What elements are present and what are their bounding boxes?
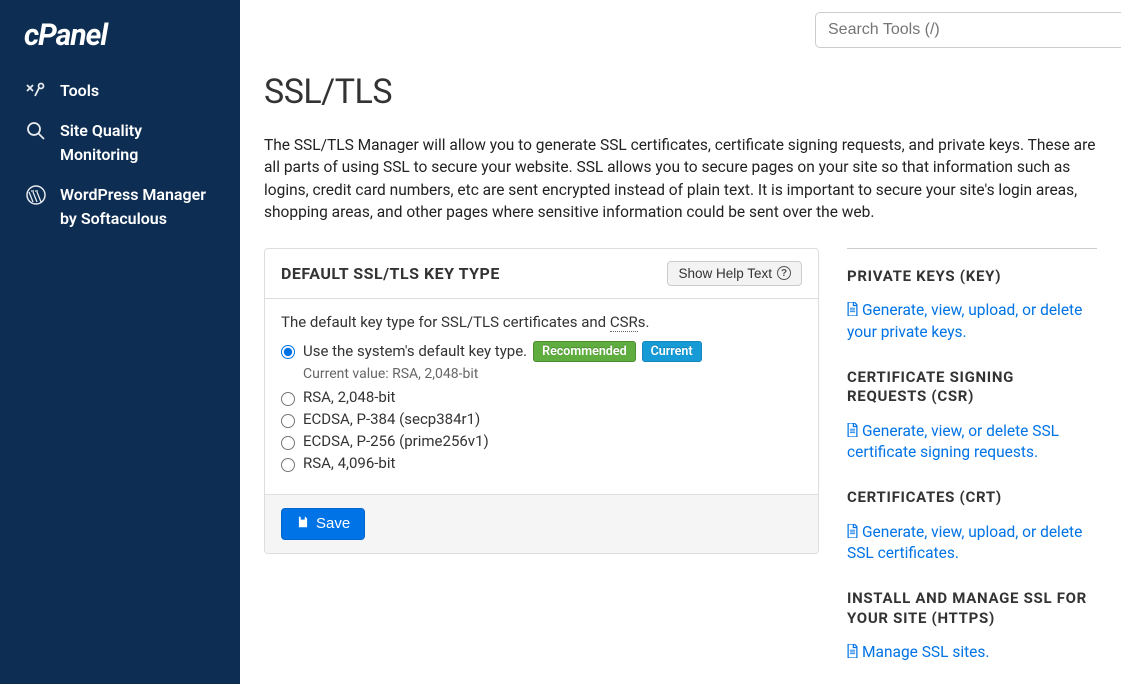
- file-icon: [847, 422, 858, 440]
- question-icon: ?: [777, 266, 791, 280]
- section-title: INSTALL AND MANAGE SSL FOR YOUR SITE (HT…: [847, 589, 1097, 628]
- section-private-keys: PRIVATE KEYS (KEY) Generate, view, uploa…: [847, 267, 1097, 344]
- file-icon: [847, 643, 858, 661]
- file-icon: [847, 301, 858, 319]
- save-button[interactable]: Save: [281, 508, 365, 540]
- columns: DEFAULT SSL/TLS KEY TYPE Show Help Text …: [264, 248, 1097, 684]
- csr-abbrev: CSR: [610, 313, 638, 332]
- radio-rsa2048[interactable]: [281, 392, 295, 406]
- sidebar-item-label: Site Quality Monitoring: [60, 119, 216, 167]
- section-title: CERTIFICATES (CRT): [847, 488, 1097, 508]
- card-title: DEFAULT SSL/TLS KEY TYPE: [281, 264, 500, 283]
- radio-label: ECDSA, P-384 (secp384r1): [303, 410, 480, 428]
- right-column: PRIVATE KEYS (KEY) Generate, view, uploa…: [847, 248, 1097, 684]
- magnifier-icon: [24, 119, 48, 143]
- topbar: [240, 0, 1121, 60]
- key-type-option-ecdsa256[interactable]: ECDSA, P-256 (prime256v1): [281, 432, 802, 450]
- file-icon: [847, 523, 858, 541]
- key-type-option-default[interactable]: Use the system's default key type. Recom…: [281, 341, 802, 362]
- show-help-button[interactable]: Show Help Text ?: [667, 261, 802, 286]
- sidebar-item-site-quality[interactable]: Site Quality Monitoring: [0, 111, 240, 175]
- sidebar-item-label: Tools: [60, 79, 99, 103]
- recommended-badge: Recommended: [533, 341, 636, 362]
- manage-ssl-link[interactable]: Manage SSL sites.: [847, 643, 989, 661]
- save-button-label: Save: [316, 515, 350, 532]
- csr-link[interactable]: Generate, view, or delete SSL certificat…: [847, 422, 1059, 462]
- private-keys-link[interactable]: Generate, view, upload, or delete your p…: [847, 301, 1082, 341]
- main: SSL/TLS The SSL/TLS Manager will allow y…: [240, 0, 1121, 684]
- card-footer: Save: [265, 494, 818, 553]
- radio-label: RSA, 4,096-bit: [303, 454, 395, 472]
- section-title: CERTIFICATE SIGNING REQUESTS (CSR): [847, 368, 1097, 407]
- help-button-label: Show Help Text: [678, 266, 772, 281]
- key-type-option-ecdsa384[interactable]: ECDSA, P-384 (secp384r1): [281, 410, 802, 428]
- save-icon: [296, 515, 310, 533]
- tools-icon: [24, 79, 48, 103]
- sidebar-item-label: WordPress Manager by Softaculous: [60, 183, 216, 231]
- key-type-card: DEFAULT SSL/TLS KEY TYPE Show Help Text …: [264, 248, 819, 554]
- divider: [847, 248, 1097, 249]
- card-body: The default key type for SSL/TLS certifi…: [265, 299, 818, 494]
- search-input[interactable]: [815, 12, 1121, 48]
- card-column: DEFAULT SSL/TLS KEY TYPE Show Help Text …: [264, 248, 819, 684]
- radio-rsa4096[interactable]: [281, 458, 295, 472]
- card-body-desc: The default key type for SSL/TLS certifi…: [281, 313, 802, 331]
- section-install-ssl: INSTALL AND MANAGE SSL FOR YOUR SITE (HT…: [847, 589, 1097, 664]
- brand-logo-text: ccPanelPanel: [24, 18, 107, 53]
- radio-label: Use the system's default key type.: [303, 342, 527, 360]
- section-csr: CERTIFICATE SIGNING REQUESTS (CSR) Gener…: [847, 368, 1097, 464]
- page-title: SSL/TLS: [264, 72, 1097, 112]
- section-title: PRIVATE KEYS (KEY): [847, 267, 1097, 287]
- sidebar-item-tools[interactable]: Tools: [0, 71, 240, 111]
- section-certificates: CERTIFICATES (CRT) Generate, view, uploa…: [847, 488, 1097, 565]
- radio-label: ECDSA, P-256 (prime256v1): [303, 432, 489, 450]
- sidebar-item-wordpress[interactable]: WordPress Manager by Softaculous: [0, 175, 240, 239]
- current-badge: Current: [642, 341, 702, 362]
- page-description: The SSL/TLS Manager will allow you to ge…: [264, 134, 1097, 224]
- radio-label: RSA, 2,048-bit: [303, 388, 395, 406]
- content: SSL/TLS The SSL/TLS Manager will allow y…: [240, 60, 1121, 684]
- key-type-option-rsa2048[interactable]: RSA, 2,048-bit: [281, 388, 802, 406]
- radio-default[interactable]: [281, 345, 295, 359]
- key-type-option-rsa4096[interactable]: RSA, 4,096-bit: [281, 454, 802, 472]
- sidebar: ccPanelPanel Tools Site Quality Monitori…: [0, 0, 240, 684]
- current-value-text: Current value: RSA, 2,048-bit: [303, 366, 802, 382]
- card-header: DEFAULT SSL/TLS KEY TYPE Show Help Text …: [265, 249, 818, 299]
- wordpress-icon: [24, 183, 48, 207]
- brand-logo[interactable]: ccPanelPanel: [0, 18, 240, 71]
- radio-ecdsa384[interactable]: [281, 414, 295, 428]
- certificates-link[interactable]: Generate, view, upload, or delete SSL ce…: [847, 523, 1082, 563]
- radio-ecdsa256[interactable]: [281, 436, 295, 450]
